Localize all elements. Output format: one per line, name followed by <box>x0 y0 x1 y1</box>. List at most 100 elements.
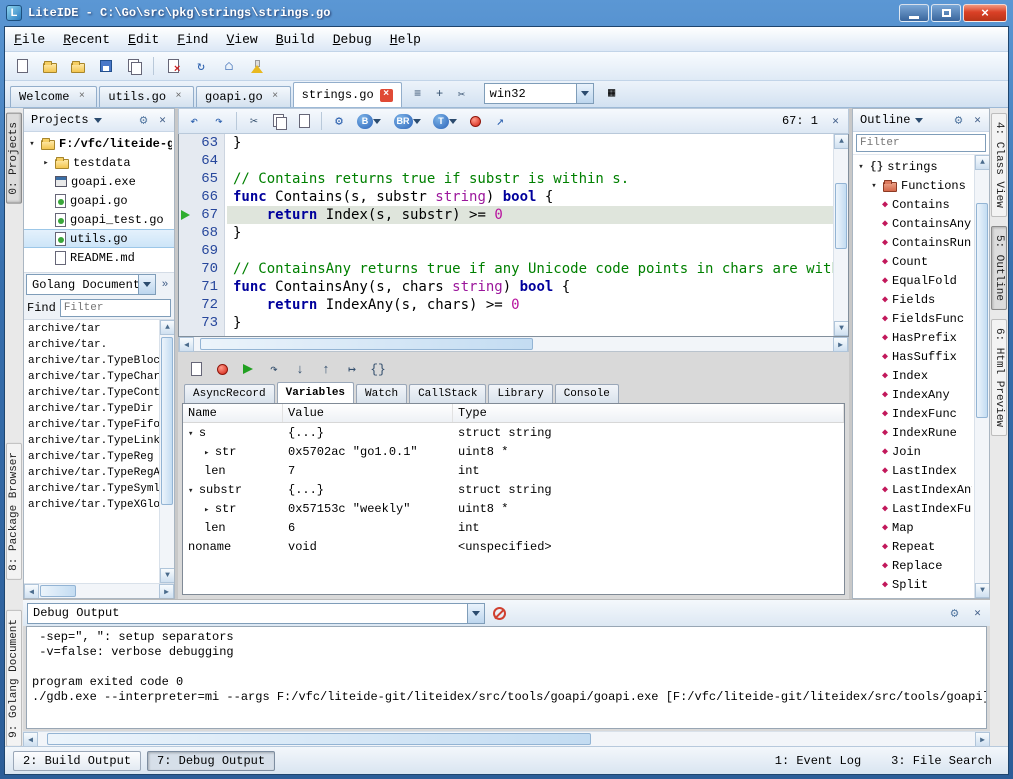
doc-list-item[interactable]: archive/tar.TypeCont <box>24 385 159 401</box>
doc-list-item[interactable]: archive/tar.TypeXGlobalHeader <box>24 497 159 513</box>
redo-icon[interactable]: ↷ <box>208 111 230 132</box>
projects-close-icon[interactable]: ✕ <box>154 112 171 129</box>
code-line-69[interactable] <box>227 242 833 260</box>
doc-list-item[interactable]: archive/tar.TypeChar <box>24 369 159 385</box>
code-line-65[interactable]: // Contains returns true if substr is wi… <box>227 170 833 188</box>
scroll-right-icon[interactable]: ▶ <box>833 337 848 352</box>
build-button[interactable]: B <box>353 111 385 132</box>
add-editor-icon[interactable]: + <box>430 84 450 104</box>
status-button-2-build-output[interactable]: 2: Build Output <box>13 751 141 771</box>
variable-row-s[interactable]: ▾ s{...}struct string <box>183 423 844 442</box>
scroll-up-icon[interactable]: ▲ <box>160 320 175 335</box>
debug-tab-watch[interactable]: Watch <box>356 384 407 403</box>
code-line-64[interactable] <box>227 152 833 170</box>
expander-icon[interactable]: ▾ <box>188 486 199 496</box>
code-line-66[interactable]: func Contains(s, substr string) bool { <box>227 188 833 206</box>
debug-output-content[interactable]: -sep=", ": setup separators -v=false: ve… <box>26 626 987 729</box>
doc-list-vscrollbar[interactable]: ▲ ▼ <box>159 320 174 583</box>
expander-icon[interactable]: ▾ <box>856 162 866 172</box>
record-icon[interactable] <box>464 111 486 132</box>
outline-item-indexfunc[interactable]: ◆IndexFunc <box>853 404 974 423</box>
code-line-71[interactable]: func ContainsAny(s, chars string) bool { <box>227 278 833 296</box>
doc-list-item[interactable]: archive/tar.TypeLink <box>24 433 159 449</box>
close-file-button[interactable] <box>161 55 185 78</box>
test-button[interactable]: T <box>429 111 461 132</box>
project-tree-item-goapi-test-go[interactable]: goapi_test.go <box>24 210 174 229</box>
code-line-73[interactable]: } <box>227 314 833 332</box>
step-into-icon[interactable]: ↓ <box>290 359 310 379</box>
project-tree-item-goapi-go[interactable]: goapi.go <box>24 191 174 210</box>
variable-row-str[interactable]: ▸ str0x5702ac "go1.0.1"uint8 * <box>183 442 844 461</box>
variable-row-noname[interactable]: nonamevoid<unspecified> <box>183 537 844 556</box>
doc-list-item[interactable]: archive/tar.TypeReg <box>24 449 159 465</box>
debug-tab-asyncrecord[interactable]: AsyncRecord <box>184 384 275 403</box>
menu-item-build[interactable]: Build <box>267 29 324 50</box>
code-line-67[interactable]: return Index(s, substr) >= 0 <box>227 206 833 224</box>
scroll-track[interactable] <box>39 584 159 598</box>
expander-icon[interactable]: ▸ <box>41 158 51 168</box>
new-file-button[interactable] <box>10 55 34 78</box>
step-out-icon[interactable]: ↑ <box>316 359 336 379</box>
titlebar[interactable]: L LiteIDE - C:\Go\src\pkg\strings\string… <box>0 0 1013 26</box>
outline-vscrollbar[interactable]: ▲ ▼ <box>974 155 989 598</box>
outline-item-indexany[interactable]: ◆IndexAny <box>853 385 974 404</box>
copy-icon[interactable] <box>268 111 290 132</box>
editor-list-icon[interactable]: ≡ <box>408 84 428 104</box>
breakpoint-icon[interactable]: {} <box>368 359 388 379</box>
side-tab-6-html-preview[interactable]: 6: Html Preview <box>991 319 1007 436</box>
menu-item-edit[interactable]: Edit <box>119 29 168 50</box>
bottom-hscrollbar[interactable]: ◀ ▶ <box>23 731 990 746</box>
minimize-button[interactable] <box>899 4 929 22</box>
line-number-gutter[interactable]: 6364656667686970717273 <box>179 134 225 336</box>
line-number-69[interactable]: 69 <box>179 242 224 260</box>
scroll-up-icon[interactable]: ▲ <box>834 134 849 149</box>
output-selector-combo[interactable]: Debug Output <box>27 603 485 624</box>
tab-close-icon[interactable]: × <box>172 91 185 104</box>
expander-icon[interactable]: ▾ <box>869 181 879 191</box>
outline-item-fields[interactable]: ◆Fields <box>853 290 974 309</box>
expander-icon[interactable]: ▾ <box>188 429 199 439</box>
side-tab-8-package-browser[interactable]: 8: Package Browser <box>6 443 22 580</box>
doc-list-item[interactable]: archive/tar. <box>24 337 159 353</box>
open-folder-button[interactable] <box>66 55 90 78</box>
doc-list-item[interactable]: archive/tar.TypeDir <box>24 401 159 417</box>
close-button[interactable]: × <box>963 4 1007 22</box>
outline-item-index[interactable]: ◆Index <box>853 366 974 385</box>
run-to-line-icon[interactable]: ↦ <box>342 359 362 379</box>
doc-filter-input[interactable] <box>60 299 171 317</box>
scroll-track[interactable] <box>38 732 975 746</box>
scroll-thumb[interactable] <box>835 183 847 248</box>
scroll-thumb[interactable] <box>40 585 76 597</box>
outline-panel-combo[interactable]: Outline <box>856 113 948 127</box>
scroll-track[interactable] <box>975 170 989 583</box>
code-line-68[interactable]: } <box>227 224 833 242</box>
scroll-track[interactable] <box>160 335 174 568</box>
outline-item-split[interactable]: ◆Split <box>853 575 974 594</box>
line-number-67[interactable]: 67 <box>179 206 224 224</box>
stop-debug-icon[interactable] <box>212 359 232 379</box>
outline-item-hasprefix[interactable]: ◆HasPrefix <box>853 328 974 347</box>
variable-row-len[interactable]: len6int <box>183 518 844 537</box>
menu-item-recent[interactable]: Recent <box>54 29 119 50</box>
line-number-68[interactable]: 68 <box>179 224 224 242</box>
outline-item-indexrune[interactable]: ◆IndexRune <box>853 423 974 442</box>
doc-list-item[interactable]: archive/tar.TypeSymlink <box>24 481 159 497</box>
close-editor-icon[interactable]: ✂ <box>452 84 472 104</box>
combo-arrow-icon[interactable] <box>467 604 484 623</box>
undo-icon[interactable]: ↶ <box>183 111 205 132</box>
scroll-track[interactable] <box>194 337 833 351</box>
outline-item-count[interactable]: ◆Count <box>853 252 974 271</box>
code-editor[interactable]: 6364656667686970717273 } // Contains retu… <box>178 134 849 337</box>
output-close-icon[interactable]: ✕ <box>969 605 986 622</box>
line-number-65[interactable]: 65 <box>179 170 224 188</box>
maximize-button[interactable] <box>931 4 961 22</box>
output-gear-icon[interactable]: ⚙ <box>946 605 963 622</box>
line-number-63[interactable]: 63 <box>179 134 224 152</box>
editor-tab-utils-go[interactable]: utils.go× <box>99 86 194 107</box>
status-button-7-debug-output[interactable]: 7: Debug Output <box>147 751 275 771</box>
side-tab-5-outline[interactable]: 5: Outline <box>991 226 1007 310</box>
outline-item-hassuffix[interactable]: ◆HasSuffix <box>853 347 974 366</box>
variable-row-str[interactable]: ▸ str0x57153c "weekly"uint8 * <box>183 499 844 518</box>
debug-log-icon[interactable] <box>186 359 206 379</box>
expander-icon[interactable]: ▸ <box>204 448 215 458</box>
